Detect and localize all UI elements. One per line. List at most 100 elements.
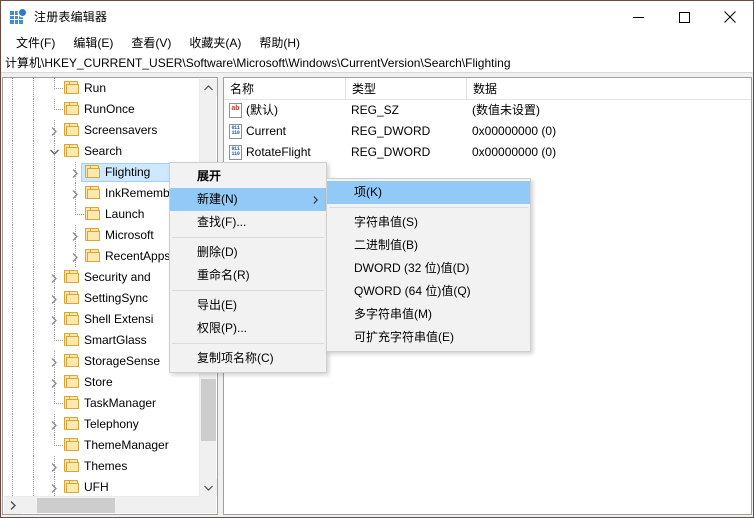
submenu-item[interactable]: 二进制值(B) [327, 234, 530, 257]
menu-separator [329, 207, 528, 208]
context-menu-item[interactable]: 新建(N) [170, 188, 326, 211]
tree-guide-line [33, 267, 34, 288]
close-button[interactable] [707, 1, 753, 33]
title-bar: 注册表编辑器 [1, 1, 753, 33]
tree-horizontal-scroll-thumb[interactable] [37, 498, 115, 513]
chevron-right-icon[interactable] [67, 249, 83, 265]
scroll-up-icon[interactable] [200, 79, 217, 96]
chevron-right-icon[interactable] [46, 459, 62, 475]
context-menu-item[interactable]: 展开 [170, 165, 326, 188]
tree-item-store[interactable]: Store [3, 372, 199, 393]
tree-item-label: StorageSense [84, 354, 161, 368]
tree-guide-line [54, 246, 55, 267]
address-bar[interactable]: 计算机\HKEY_CURRENT_USER\Software\Microsoft… [1, 53, 753, 73]
caption-button-group [615, 1, 753, 33]
string-value-icon: ab [229, 103, 243, 118]
submenu-item[interactable]: QWORD (64 位)值(Q) [327, 280, 530, 303]
submenu-item-label: 可扩充字符串值(E) [354, 330, 454, 344]
maximize-button[interactable] [661, 1, 707, 33]
tree-guide-elbow [54, 340, 63, 341]
menu-bar: 文件(F) 编辑(E) 查看(V) 收藏夹(A) 帮助(H) [1, 33, 753, 53]
tree-item-taskmanager[interactable]: TaskManager [3, 393, 199, 414]
tree-guide-line [12, 204, 13, 225]
context-menu-item-label: 展开 [197, 169, 222, 183]
chevron-right-icon[interactable] [46, 375, 62, 391]
tree-item-label: SettingSync [84, 291, 149, 305]
submenu-arrow-icon [313, 188, 318, 211]
tree-item-thememanager[interactable]: ThemeManager [3, 435, 199, 456]
folder-icon [64, 123, 80, 137]
chevron-right-icon[interactable] [46, 312, 62, 328]
submenu-item[interactable]: 可扩充字符串值(E) [327, 326, 530, 349]
window-title: 注册表编辑器 [34, 10, 108, 24]
chevron-down-icon[interactable] [46, 144, 62, 160]
tree-item-run[interactable]: Run [3, 78, 199, 99]
tree-item-label: Launch [105, 207, 145, 221]
registry-values-list: ab (默认) REG_SZ (数值未设置) 011 110 Current REG_DWOR… [224, 100, 751, 163]
tree-item-screensavers[interactable]: Screensavers [3, 120, 199, 141]
folder-icon [85, 228, 101, 242]
column-header-name[interactable]: 名称 [224, 78, 346, 100]
tree-guide-line [33, 372, 34, 393]
tree-item-search[interactable]: Search [3, 141, 199, 162]
tree-guide-line [12, 99, 13, 120]
submenu-item[interactable]: 项(K) [327, 181, 530, 204]
chevron-right-icon[interactable] [67, 228, 83, 244]
tree-item-telephony[interactable]: Telephony [3, 414, 199, 435]
context-menu-item[interactable]: 复制项名称(C) [170, 347, 326, 370]
value-row[interactable]: 011 110 Current REG_DWORD 0x00000000 (0) [224, 121, 751, 142]
menu-view[interactable]: 查看(V) [122, 34, 180, 52]
value-name: RotateFlight [246, 145, 311, 159]
tree-item-ufh[interactable]: UFH [3, 477, 199, 496]
chevron-right-icon[interactable] [67, 165, 83, 181]
tree-item-label: Run [84, 81, 107, 95]
tree-guide-line [33, 351, 34, 372]
menu-file[interactable]: 文件(F) [7, 34, 64, 52]
menu-edit[interactable]: 编辑(E) [64, 34, 122, 52]
submenu-item-label: 项(K) [354, 185, 382, 199]
chevron-right-icon[interactable] [46, 123, 62, 139]
menu-favorites[interactable]: 收藏夹(A) [180, 34, 250, 52]
tree-item-runonce[interactable]: RunOnce [3, 99, 199, 120]
submenu-item-label: 二进制值(B) [354, 238, 418, 252]
context-menu-item[interactable]: 查找(F)... [170, 211, 326, 234]
chevron-right-icon[interactable] [46, 417, 62, 433]
tree-guide-line [12, 456, 13, 477]
column-header-data[interactable]: 数据 [467, 78, 751, 100]
tree-guide-line [33, 309, 34, 330]
chevron-right-icon[interactable] [46, 480, 62, 496]
submenu-item-label: QWORD (64 位)值(Q) [354, 284, 471, 298]
chevron-right-icon[interactable] [46, 354, 62, 370]
column-header-type[interactable]: 类型 [346, 78, 467, 100]
status-bar [1, 515, 753, 517]
value-type: REG_DWORD [351, 145, 431, 159]
context-menu-item[interactable]: 删除(D) [170, 241, 326, 264]
minimize-button[interactable] [615, 1, 661, 33]
context-menu-item[interactable]: 导出(E) [170, 294, 326, 317]
tree-guide-line [33, 99, 34, 120]
value-row[interactable]: ab (默认) REG_SZ (数值未设置) [224, 100, 751, 121]
folder-icon [64, 333, 80, 347]
chevron-right-icon[interactable] [67, 186, 83, 202]
tree-item-themes[interactable]: Themes [3, 456, 199, 477]
tree-vertical-scroll-thumb[interactable] [201, 379, 216, 441]
submenu-item[interactable]: DWORD (32 位)值(D) [327, 257, 530, 280]
submenu-item[interactable]: 字符串值(S) [327, 211, 530, 234]
folder-icon [64, 270, 80, 284]
context-menu-item[interactable]: 权限(P)... [170, 317, 326, 340]
tree-item-label: Screensavers [84, 123, 158, 137]
menu-help[interactable]: 帮助(H) [250, 34, 309, 52]
registry-path: 计算机\HKEY_CURRENT_USER\Software\Microsoft… [5, 56, 511, 70]
chevron-right-icon[interactable] [46, 291, 62, 307]
submenu-item[interactable]: 多字符串值(M) [327, 303, 530, 326]
value-name: Current [246, 124, 287, 138]
value-row[interactable]: 011 110 RotateFlight REG_DWORD 0x00000000 (0… [224, 142, 751, 163]
chevron-right-icon[interactable] [46, 270, 62, 286]
context-menu-item[interactable]: 重命名(R) [170, 264, 326, 287]
tree-guide-line [33, 141, 34, 162]
tree-guide-line [33, 204, 34, 225]
scroll-down-icon[interactable] [200, 479, 217, 496]
scroll-right-icon[interactable] [4, 497, 21, 514]
tree-horizontal-scrollbar[interactable] [4, 496, 201, 514]
tree-item-label: Store [84, 375, 113, 389]
